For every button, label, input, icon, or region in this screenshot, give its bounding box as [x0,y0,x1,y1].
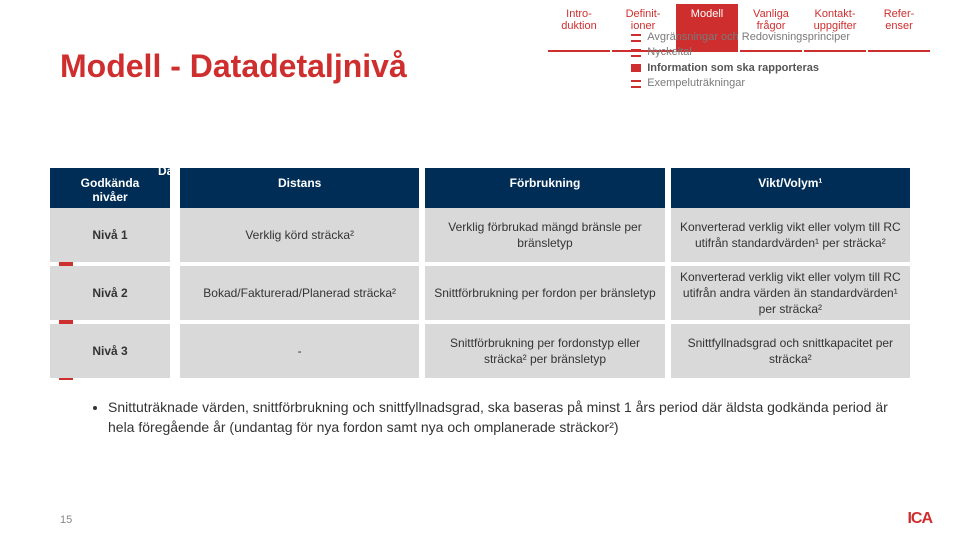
footnote-text: Snittuträknade värden, snittförbrukning … [108,398,900,437]
row-header-niva3: Nivå 3 [50,324,170,378]
tab-label: Definit- [626,8,661,20]
table-cell: Verklig förbrukad mängd bränsle per brän… [425,208,664,262]
table-cell: Konverterad verklig vikt eller volym til… [671,266,910,320]
col-header-distans: Distans [180,168,419,208]
subnav-marker-icon [631,49,641,57]
logo: ICA [907,510,932,528]
tab-referenser[interactable]: Refer-enser [868,4,930,52]
table-cell: Verklig körd sträcka² [180,208,419,262]
table-cell: - [180,324,419,378]
row-header-niva2: Nivå 2 [50,266,170,320]
col-header-vikt-volym: Vikt/Volym¹ [671,168,910,208]
table-cell: Snittförbrukning per fordonstyp eller st… [425,324,664,378]
footnote: Snittuträknade värden, snittförbrukning … [90,398,900,437]
tab-label: duktion [561,20,596,32]
tab-label: Kontakt- [815,8,856,20]
tab-label: Modell [691,8,723,20]
col-header-forbrukning: Förbrukning [425,168,664,208]
row-header-niva1: Nivå 1 [50,208,170,262]
subnav-marker-icon [631,80,641,88]
tab-label: Intro- [566,8,592,20]
tab-label: Refer- [884,8,915,20]
table-cell: Snittfyllnadsgrad och snittkapacitet per… [671,324,910,378]
sub-nav: Avgränsningar och Redovisningsprinciper … [631,30,850,92]
subnav-item-active[interactable]: Information som ska rapporteras [647,61,819,76]
tab-label: Vanliga [753,8,789,20]
table-cell: Snittförbrukning per fordon per bränslet… [425,266,664,320]
subnav-item[interactable]: Nyckeltal [647,45,692,60]
table-header-text: Godkända [81,176,140,190]
tab-introduktion[interactable]: Intro-duktion [548,4,610,52]
table-cell: Bokad/Fakturerad/Planerad sträcka² [180,266,419,320]
table-corner-header: Godkända nivåer Datatyp [50,168,170,208]
subnav-marker-icon [631,34,641,42]
table-header-text: nivåer [92,190,127,204]
page-title: Modell - Datadetaljnivå [60,48,407,85]
subnav-item[interactable]: Exempeluträkningar [647,76,745,91]
subnav-item[interactable]: Avgränsningar och Redovisningsprinciper [647,30,850,45]
subnav-marker-icon [631,64,641,72]
table-cell: Konverterad verklig vikt eller volym til… [671,208,910,262]
page-number: 15 [60,514,72,526]
tab-label: enser [885,20,913,32]
